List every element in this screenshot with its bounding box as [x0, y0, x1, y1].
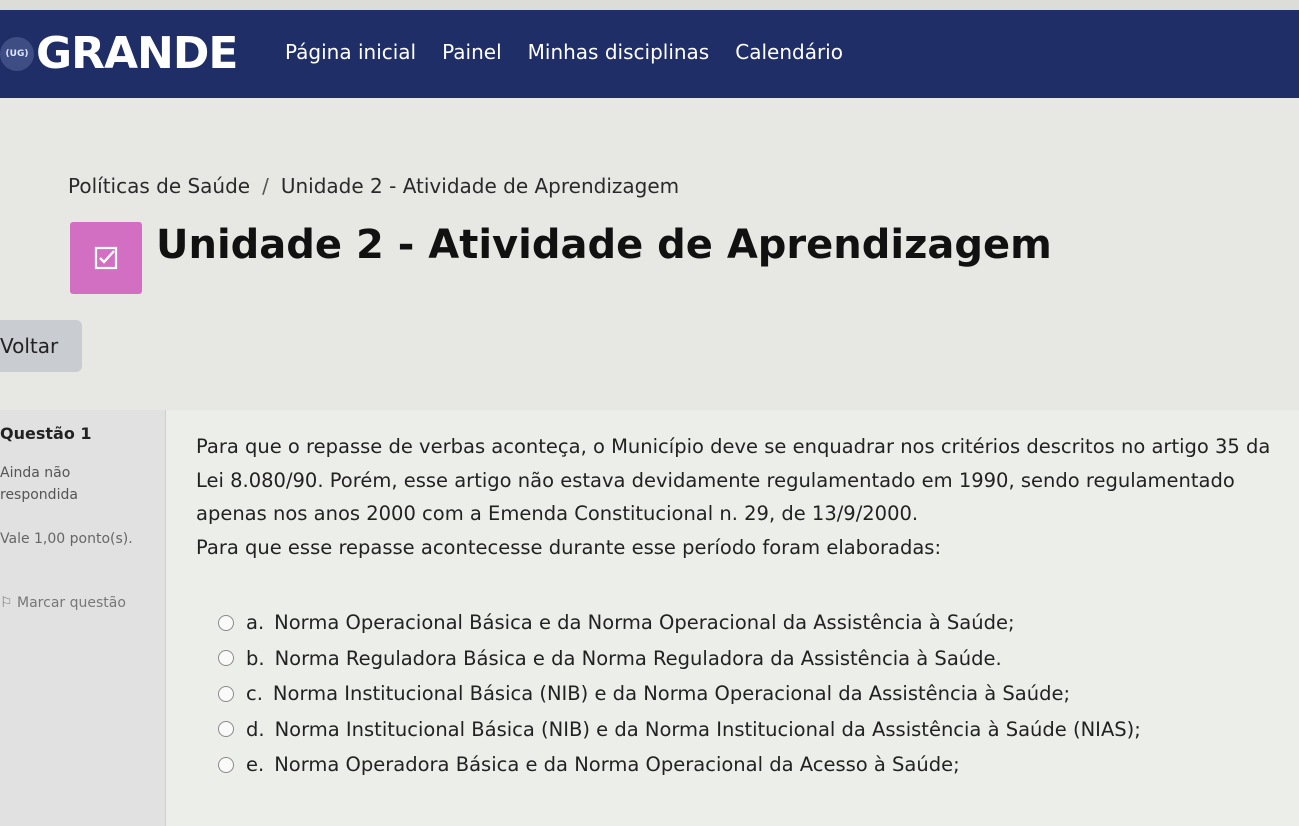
site-logo[interactable]: (UG) GRANDE [0, 28, 238, 79]
breadcrumb-activity-link[interactable]: Unidade 2 - Atividade de Aprendizagem [281, 174, 679, 198]
answer-letter: e. [246, 753, 265, 777]
answer-option-a[interactable]: a. Norma Operacional Básica e da Norma O… [218, 605, 1141, 641]
flag-icon: ⚐ [0, 595, 18, 611]
nav-calendar-link[interactable]: Calendário [735, 40, 843, 64]
answer-option-c[interactable]: c. Norma Institucional Básica (NIB) e da… [218, 676, 1141, 712]
top-navbar: (UG) GRANDE Página inicial Painel Minhas… [0, 10, 1299, 98]
question-content: Para que o repasse de verbas aconteça, o… [166, 410, 1299, 826]
answer-text: Norma Operacional Básica e da Norma Oper… [274, 611, 1015, 635]
page-content: Políticas de Saúde / Unidade 2 - Ativida… [0, 98, 1299, 826]
answer-text: Norma Institucional Básica (NIB) e da No… [272, 682, 1071, 706]
nav-my-courses-link[interactable]: Minhas disciplinas [528, 40, 710, 64]
flag-question-label: Marcar questão [17, 595, 126, 611]
answer-option-d[interactable]: d. Norma Institucional Básica (NIB) e da… [218, 712, 1141, 748]
nav-dashboard-link[interactable]: Painel [442, 40, 502, 64]
answer-options: a. Norma Operacional Básica e da Norma O… [218, 605, 1141, 783]
radio-button[interactable] [218, 756, 234, 773]
page-title: Unidade 2 - Atividade de Aprendizagem [156, 222, 1052, 268]
answer-option-e[interactable]: e. Norma Operadora Básica e da Norma Ope… [218, 747, 1141, 783]
question-status: Ainda não respondida [0, 465, 78, 503]
question-grade: Vale 1,00 ponto(s). [0, 531, 133, 547]
logo-text: GRANDE [36, 28, 238, 79]
back-button[interactable]: Voltar [0, 320, 82, 372]
answer-letter: c. [246, 682, 263, 706]
radio-button[interactable] [218, 721, 234, 738]
breadcrumb-separator: / [262, 174, 269, 198]
answer-letter: b. [246, 646, 265, 670]
answer-letter: a. [246, 611, 265, 635]
breadcrumb-course-link[interactable]: Políticas de Saúde [68, 174, 250, 198]
answer-text: Norma Operadora Básica e da Norma Operac… [274, 753, 960, 777]
answer-option-b[interactable]: b. Norma Reguladora Básica e da Norma Re… [218, 641, 1141, 677]
radio-button[interactable] [218, 614, 234, 631]
question-prompt: Para que esse repasse acontecesse durant… [196, 535, 942, 559]
top-strip [0, 0, 1299, 10]
quiz-activity-icon [70, 222, 142, 294]
nav-home-link[interactable]: Página inicial [285, 40, 416, 64]
flag-question-button[interactable]: ⚐ Marcar questão [0, 592, 150, 614]
question-text: Para que o repasse de verbas aconteça, o… [196, 435, 1271, 525]
main-nav: Página inicial Painel Minhas disciplinas… [285, 40, 843, 64]
question-info-panel: Questão 1 Ainda não respondida Vale 1,00… [0, 410, 166, 826]
question-text-block: Para que o repasse de verbas aconteça, o… [196, 430, 1291, 564]
logo-badge: (UG) [0, 36, 34, 71]
radio-button[interactable] [218, 650, 234, 667]
question-number: Questão 1 [0, 424, 92, 443]
radio-button[interactable] [218, 685, 234, 702]
answer-text: Norma Institucional Básica (NIB) e da No… [274, 717, 1141, 741]
answer-letter: d. [246, 717, 265, 741]
breadcrumb: Políticas de Saúde / Unidade 2 - Ativida… [68, 174, 679, 198]
answer-text: Norma Reguladora Básica e da Norma Regul… [274, 646, 1002, 670]
